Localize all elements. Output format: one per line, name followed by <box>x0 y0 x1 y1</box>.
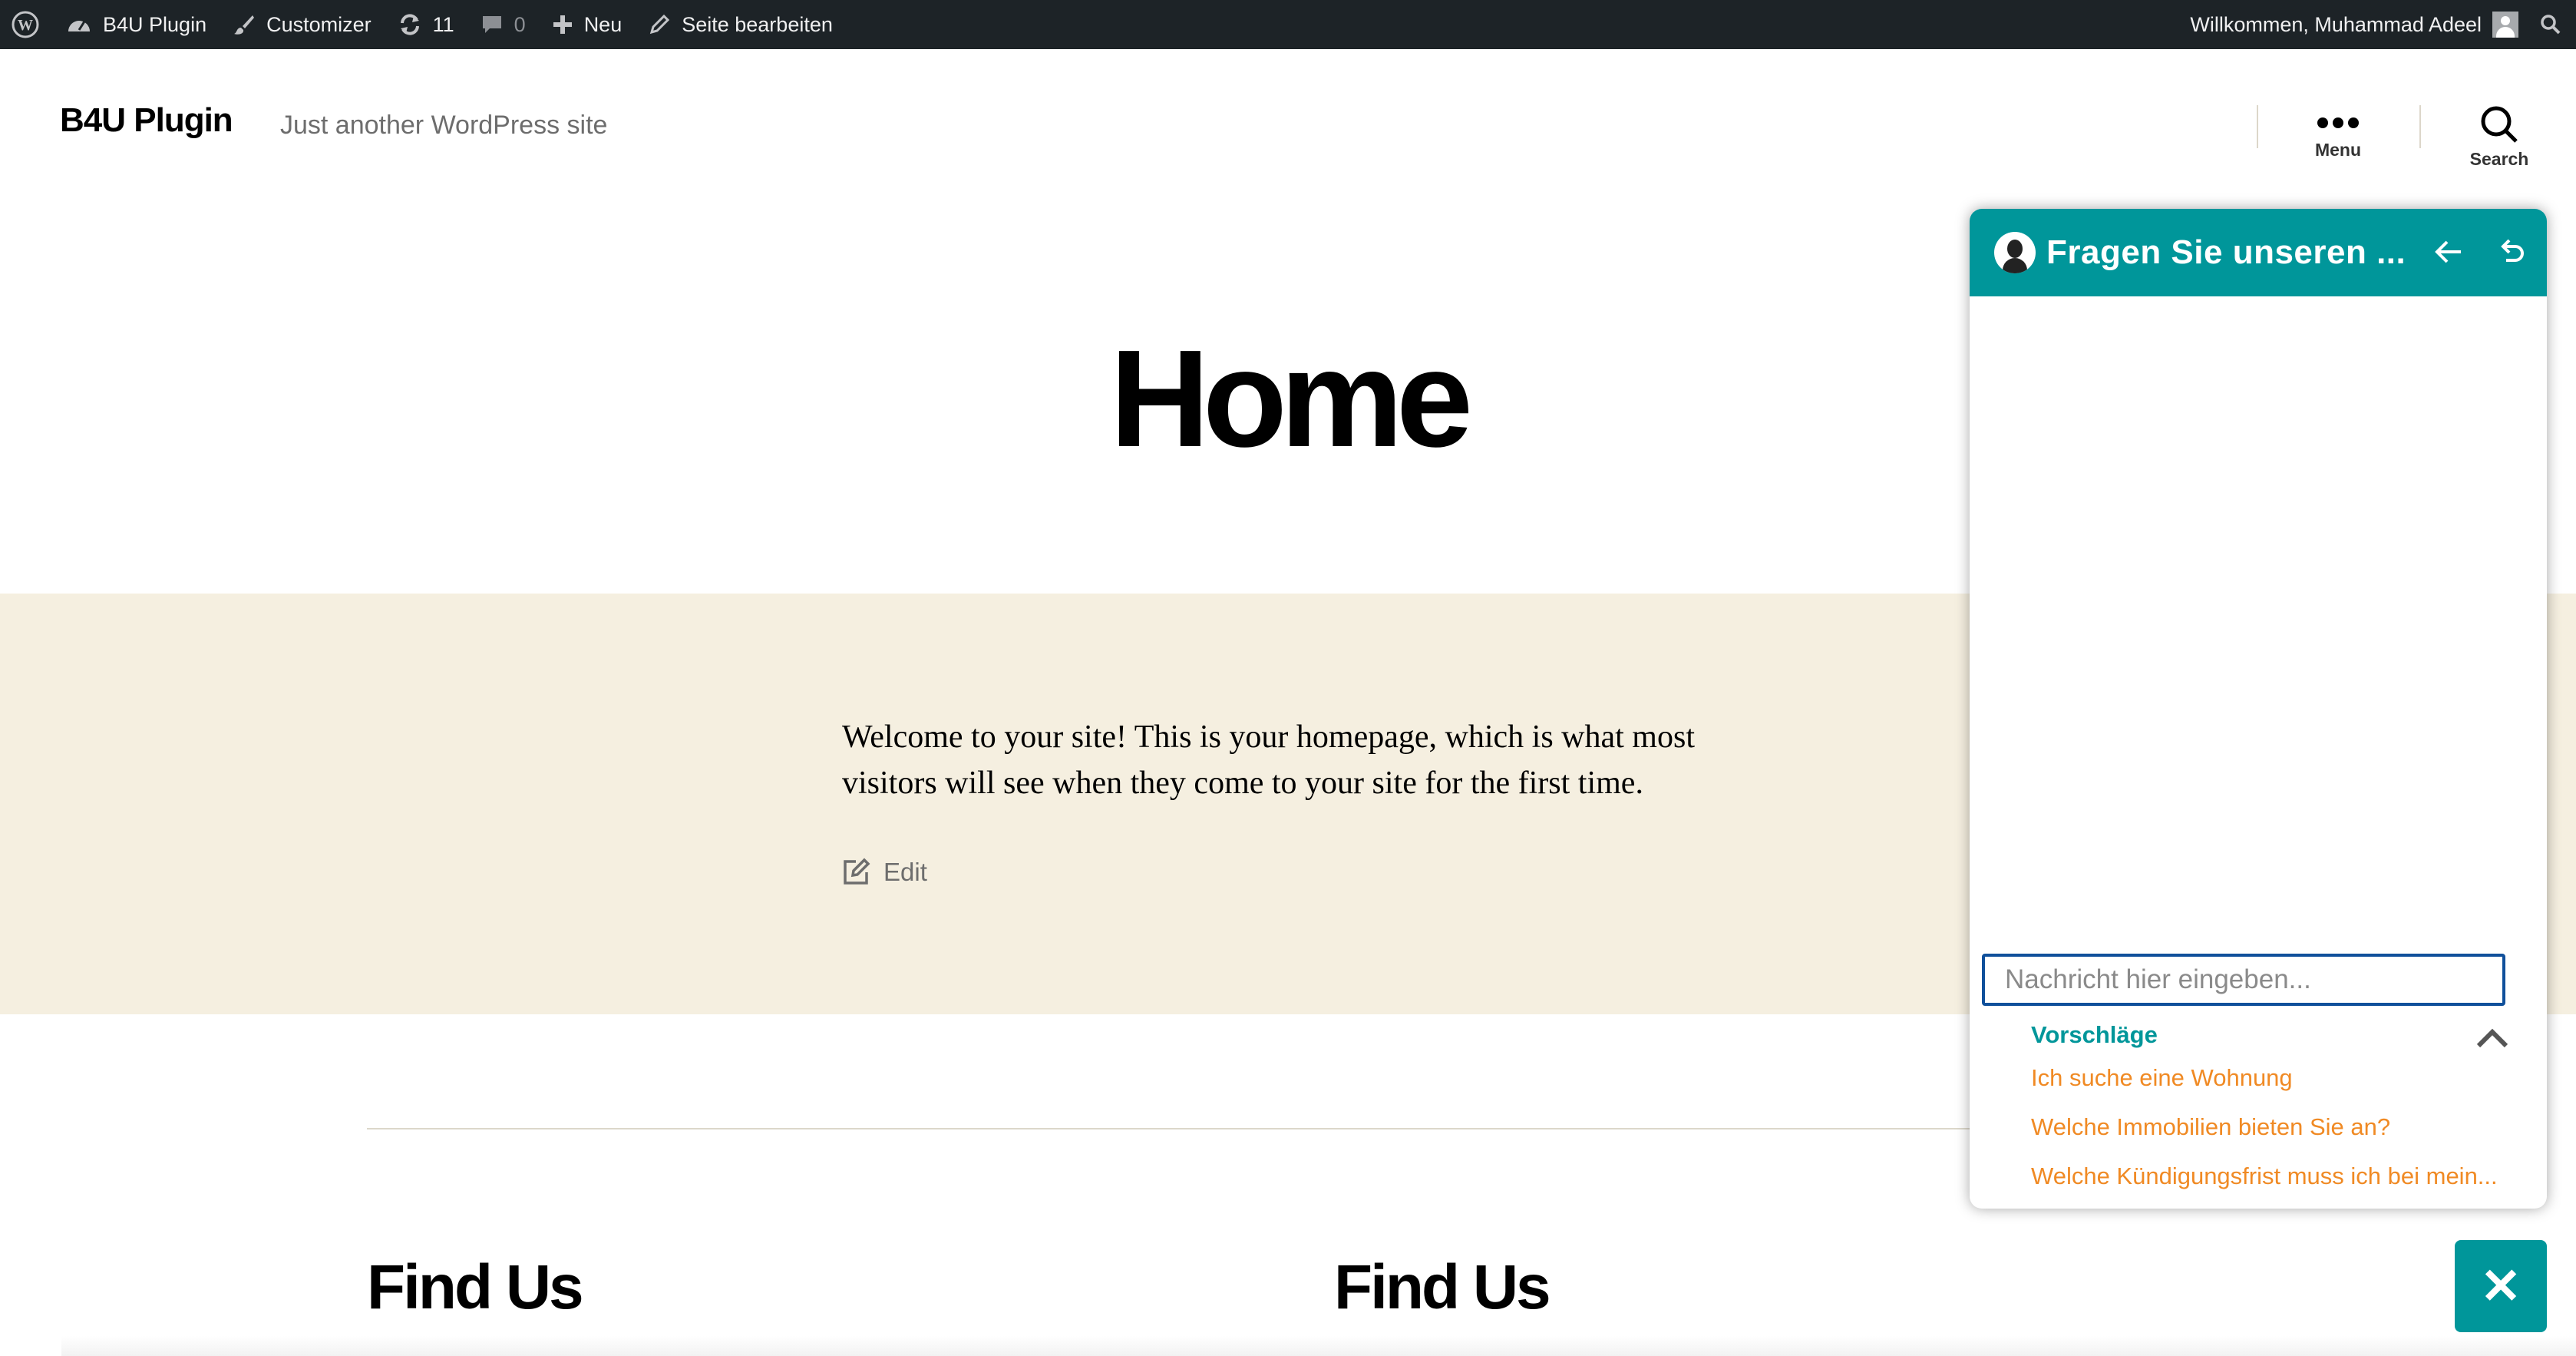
edit-link[interactable]: Edit <box>841 857 927 888</box>
admin-bar: W B4U Plugin Customizer 11 0 Neu Seite b… <box>0 0 2576 49</box>
menu-toggle-button[interactable]: Menu <box>2277 104 2399 160</box>
edit-icon <box>841 857 871 888</box>
welcome-line: Welcome to your site! This is your homep… <box>842 719 1695 755</box>
header-separator <box>2419 105 2421 148</box>
site-name-label: B4U Plugin <box>103 12 207 36</box>
edit-page-link[interactable]: Seite bearbeiten <box>635 0 846 49</box>
comments-count: 0 <box>514 12 526 36</box>
arrow-left-icon <box>2433 238 2464 266</box>
find-us-heading: Find Us <box>1334 1252 1551 1322</box>
paintbrush-icon <box>233 13 256 36</box>
chevron-up-icon <box>2475 1027 2509 1050</box>
chat-widget: Fragen Sie unseren ... Vorschläge Ich su… <box>1970 209 2547 1209</box>
dashboard-icon <box>66 13 92 36</box>
comment-icon <box>481 13 504 36</box>
suggestion-item[interactable]: Welche Immobilien bieten Sie an? <box>2031 1113 2390 1141</box>
chat-message-input[interactable] <box>1982 954 2505 1006</box>
site-name-link[interactable]: B4U Plugin <box>53 0 220 49</box>
svg-text:W: W <box>18 17 33 34</box>
welcome-paragraph: Welcome to your site! This is your homep… <box>842 714 1748 806</box>
suggestion-item[interactable]: Ich suche eine Wohnung <box>2031 1064 2293 1092</box>
customizer-label: Customizer <box>266 12 372 36</box>
search-toggle-button[interactable]: Search <box>2438 104 2561 170</box>
new-content-link[interactable]: Neu <box>539 0 636 49</box>
header-separator <box>2257 105 2258 148</box>
close-icon: ✕ <box>2480 1258 2522 1314</box>
welcome-line: visitors will see when they come to your… <box>842 766 1643 801</box>
ellipsis-icon <box>2277 104 2399 129</box>
chat-reset-button[interactable] <box>2495 235 2528 269</box>
chat-title: Fragen Sie unseren ... <box>2046 233 2406 271</box>
updates-count: 11 <box>432 12 454 36</box>
new-label: Neu <box>583 12 623 36</box>
suggestions-collapse-button[interactable] <box>2475 1023 2510 1053</box>
suggestions-heading: Vorschläge <box>2031 1021 2158 1048</box>
menu-label: Menu <box>2314 140 2362 160</box>
wordpress-logo-button[interactable]: W <box>0 0 53 49</box>
refresh-icon <box>398 13 422 36</box>
site-title[interactable]: B4U Plugin <box>60 101 233 140</box>
greeting-label: Willkommen, Muhammad Adeel <box>2190 12 2482 36</box>
avatar <box>2492 12 2518 38</box>
my-account-link[interactable]: Willkommen, Muhammad Adeel <box>2177 0 2526 49</box>
chat-header: Fragen Sie unseren ... <box>1970 209 2547 296</box>
chat-back-button[interactable] <box>2432 235 2465 269</box>
find-us-heading: Find Us <box>367 1252 584 1322</box>
search-icon <box>2539 13 2562 36</box>
undo-icon <box>2497 237 2526 266</box>
comments-link[interactable]: 0 <box>467 0 539 49</box>
search-icon <box>2438 104 2561 144</box>
footer-shadow <box>61 1336 2576 1356</box>
updates-link[interactable]: 11 <box>385 0 467 49</box>
wordpress-icon: W <box>11 10 40 39</box>
admin-search-button[interactable] <box>2526 0 2576 49</box>
section-divider <box>367 1128 1979 1129</box>
chat-close-button[interactable]: ✕ <box>2455 1240 2547 1332</box>
customizer-link[interactable]: Customizer <box>220 0 385 49</box>
pencil-icon <box>648 13 671 36</box>
search-label: Search <box>2469 149 2529 169</box>
plus-icon <box>552 14 573 35</box>
site-tagline: Just another WordPress site <box>280 111 608 140</box>
edit-page-label: Seite bearbeiten <box>682 12 833 36</box>
suggestion-item[interactable]: Welche Kündigungsfrist muss ich bei mein… <box>2031 1163 2498 1190</box>
edit-label: Edit <box>883 858 927 886</box>
chat-bot-avatar <box>1994 232 2036 273</box>
